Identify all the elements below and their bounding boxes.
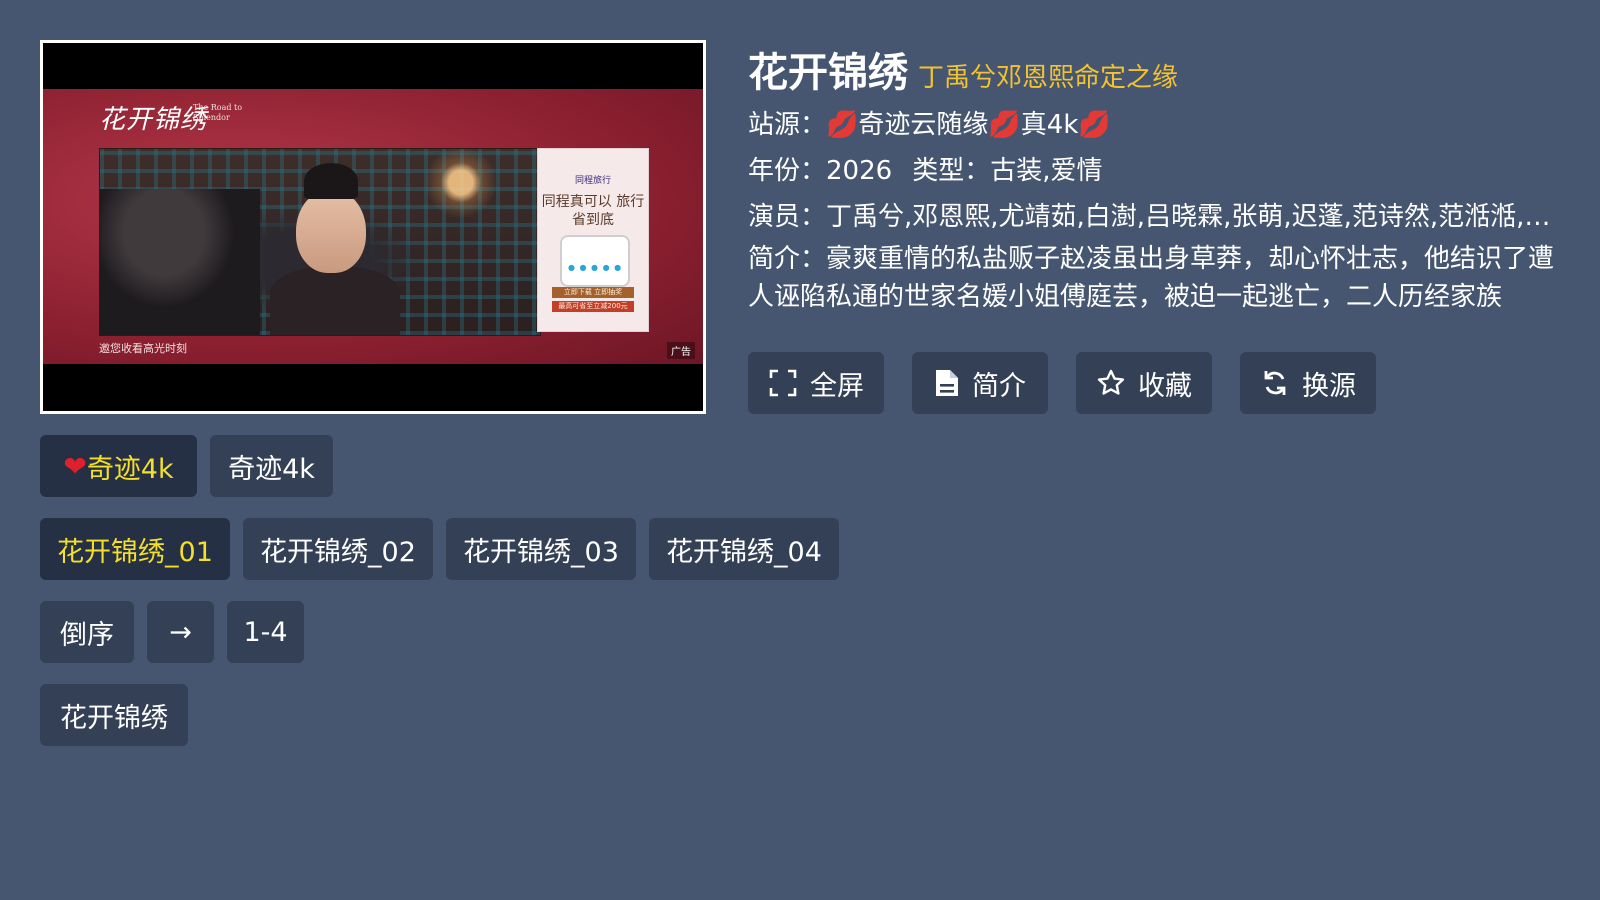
page-title: 花开锦绣 [748, 50, 908, 96]
lips-icon: 💋 [1078, 110, 1111, 140]
ad-subtitle: 邀您收看高光时刻 [99, 342, 187, 355]
year-label: 年份： [748, 156, 827, 186]
source-label: 站源： [748, 110, 827, 140]
show-logo: 花开锦绣 [99, 105, 208, 135]
ad-tag: 广告 [667, 342, 695, 359]
title-row: 花开锦绣 丁禹兮邓恩熙命定之缘 [748, 40, 1178, 98]
figure-hat [304, 163, 358, 199]
range-button[interactable]: 1-4 [227, 601, 304, 663]
episode-label: 花开锦绣_04 [666, 536, 822, 568]
intro-value: 豪爽重情的私盐贩子赵凌虽出身草莽，却心怀壮志，他结识了遭人诬陷私通的世家名媛小姐… [748, 244, 1555, 312]
fullscreen-label: 全屏 [810, 370, 864, 402]
episode-chip[interactable]: 花开锦绣_02 [243, 518, 433, 580]
episode-chip-selected[interactable]: 花开锦绣_01 [40, 518, 230, 580]
lips-icon: 💋 [826, 110, 859, 140]
range-label: 1-4 [243, 616, 288, 648]
arrow-button[interactable]: → [147, 601, 214, 663]
cast-line: 演员：丁禹兮,邓恩熙,尤靖茹,白澍,吕晓霖,张萌,迟蓬,范诗然,范湉湉,… [748, 196, 1560, 233]
switch-source-label: 换源 [1302, 370, 1356, 402]
video-frame [99, 148, 541, 336]
video-player[interactable]: 花开锦绣 The Road to Splendor 同程旅行 同程真可以 旅行省… [40, 40, 706, 414]
source-chip-selected[interactable]: ❤ 奇迹4k [40, 435, 197, 497]
switch-source-button[interactable]: 换源 [1240, 352, 1376, 414]
cast-label: 演员： [748, 202, 827, 232]
episode-label: 花开锦绣_02 [260, 536, 416, 568]
heart-icon: ❤ [63, 449, 87, 483]
document-icon [934, 368, 960, 398]
arrow-right-icon: → [169, 616, 192, 648]
intro-button[interactable]: 简介 [912, 352, 1048, 414]
related-label: 花开锦绣 [60, 702, 168, 734]
favorite-button[interactable]: 收藏 [1076, 352, 1212, 414]
source-chip-label: 奇迹4k [86, 453, 174, 485]
source-line: 站源：💋奇迹云随缘💋真4k💋 [748, 104, 1111, 141]
episode-label: 花开锦绣_01 [57, 536, 213, 568]
episode-label: 花开锦绣_03 [463, 536, 619, 568]
phone-illustration: ● ● ● ● ● [560, 235, 630, 287]
reverse-order-button[interactable]: 倒序 [40, 601, 134, 663]
sponsor-ad: 同程旅行 同程真可以 旅行省到底 ● ● ● ● ● 立即下载 立即抽奖 最高可… [537, 148, 649, 332]
lips-icon: 💋 [988, 110, 1021, 140]
fullscreen-button[interactable]: 全屏 [748, 352, 884, 414]
source-chip-label: 奇迹4k [228, 453, 315, 485]
refresh-icon [1260, 368, 1290, 398]
show-logo-subtitle: The Road to Splendor [193, 103, 243, 122]
star-icon [1096, 368, 1126, 398]
sponsor-title: 同程真可以 旅行省到底 [541, 194, 645, 228]
figure-body [270, 267, 400, 335]
title-slogan: 丁禹兮邓恩熙命定之缘 [918, 63, 1179, 93]
fullscreen-icon [768, 368, 798, 398]
intro-label: 简介： [748, 244, 827, 274]
sponsor-logo: 同程旅行 [574, 176, 611, 186]
reverse-order-label: 倒序 [60, 619, 114, 651]
favorite-label: 收藏 [1138, 370, 1192, 402]
episode-chip[interactable]: 花开锦绣_03 [446, 518, 636, 580]
source-value: 奇迹云随缘 [858, 110, 989, 140]
figure-face [296, 189, 366, 273]
type-value: 古装,爱情 [990, 156, 1103, 186]
intro-text: 简介：豪爽重情的私盐贩子赵凌虽出身草莽，却心怀壮志，他结识了遭人诬陷私通的世家名… [748, 240, 1560, 316]
related-chip[interactable]: 花开锦绣 [40, 684, 188, 746]
episode-chip[interactable]: 花开锦绣_04 [649, 518, 839, 580]
ad-banner: 花开锦绣 The Road to Splendor 同程旅行 同程真可以 旅行省… [43, 89, 703, 364]
sponsor-button-1: 立即下载 立即抽奖 [552, 287, 634, 298]
sponsor-button-2: 最高可省至立减200元 [552, 301, 634, 312]
cast-value: 丁禹兮,邓恩熙,尤靖茹,白澍,吕晓霖,张萌,迟蓬,范诗然,范湉湉,… [826, 202, 1551, 232]
source-chip[interactable]: 奇迹4k [210, 435, 333, 497]
intro-label: 简介 [972, 370, 1026, 402]
source-value-2: 真4k [1020, 110, 1079, 140]
type-label: 类型： [912, 156, 991, 186]
meta-line: 年份：2026 类型：古装,爱情 [748, 150, 1102, 187]
figure-left [100, 189, 260, 335]
year-value: 2026 [826, 156, 893, 186]
